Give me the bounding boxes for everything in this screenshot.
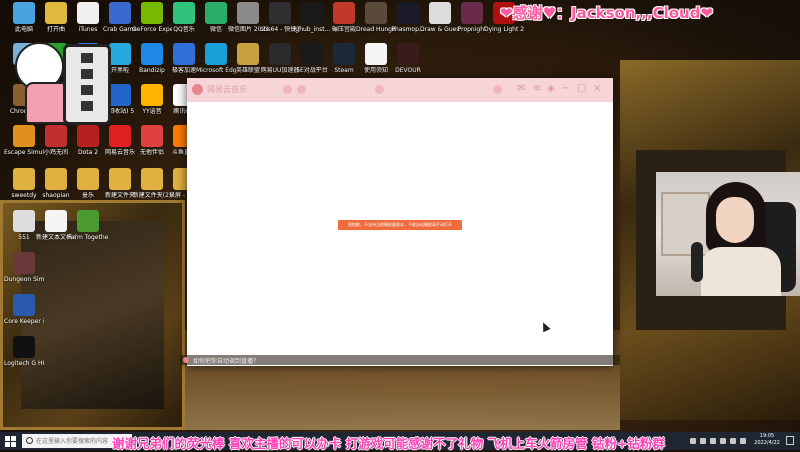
app-shortcut-icon — [333, 2, 355, 24]
app-shortcut-icon — [141, 168, 163, 190]
desktop-icon-label: Logitech G HUB — [4, 360, 44, 367]
streamer-avatar-sticker — [15, 42, 111, 125]
desktop-icon-label: Farm Together — [68, 234, 108, 241]
app-shortcut-icon — [237, 43, 259, 65]
app-shortcut-icon — [141, 125, 163, 147]
error-toast: 很抱歉，不支持当前播放器版本，不能自动播放请手动打开 — [338, 220, 462, 230]
app-shortcut-icon — [205, 2, 227, 24]
scrolling-marquee: 谢谢兄弟们的荧光棒 喜欢主播的可以办卡 打游戏可能感谢不了礼物 飞机上车火箭房管… — [112, 436, 665, 451]
app-shortcut-icon — [45, 210, 67, 232]
desktop-icon[interactable]: Logitech G HUB — [4, 336, 44, 367]
app-shortcut-icon — [13, 252, 35, 274]
app-title: 网易云音乐 — [207, 85, 247, 94]
app-shortcut-icon — [461, 2, 483, 24]
app-shortcut-icon — [141, 43, 163, 65]
app-shortcut-icon — [77, 210, 99, 232]
app-content: 很抱歉，不支持当前播放器版本，不能自动播放请手动打开 — [187, 102, 613, 366]
ime-icon[interactable] — [720, 438, 726, 444]
app-shortcut-icon — [237, 2, 259, 24]
input-method-icon[interactable] — [730, 438, 736, 444]
app-shortcut-icon — [141, 2, 163, 24]
chevron-up-icon[interactable] — [690, 438, 696, 444]
skin-icon[interactable]: ◈ — [547, 82, 555, 96]
app-shortcut-icon — [77, 168, 99, 190]
forward-icon[interactable] — [297, 85, 306, 94]
clock-date: 2022/4/22 — [754, 440, 780, 446]
app-shortcut-icon — [333, 43, 355, 65]
app-shortcut-icon — [109, 125, 131, 147]
microphone-icon — [691, 242, 703, 282]
minimize-icon[interactable]: − — [561, 82, 569, 96]
app-shortcut-icon — [109, 84, 131, 106]
desktop-icon-label: Dungeon Simulator — [4, 276, 44, 283]
app-shortcut-icon — [269, 2, 291, 24]
app-shortcut-icon — [365, 43, 387, 65]
maximize-icon[interactable]: □ — [577, 82, 586, 96]
close-icon[interactable]: × — [593, 82, 601, 96]
app-shortcut-icon — [397, 43, 419, 65]
desktop-icon[interactable]: Core Keeper 热 — [4, 294, 44, 325]
taskbar-search-icon — [26, 437, 33, 444]
desktop-icon-label: DEVOUR — [395, 67, 421, 74]
app-shortcut-icon — [173, 43, 195, 65]
app-shortcut-icon — [109, 43, 131, 65]
network-icon[interactable] — [700, 438, 706, 444]
speaker-icon — [63, 44, 111, 125]
mouse-cursor-icon — [539, 320, 551, 333]
clock-time: 19:05 — [759, 433, 775, 439]
app-status-bar: 如何把你自动调到直播？ — [180, 355, 620, 365]
app-titlebar[interactable]: 网易云音乐 ✉ ≡ ◈ − □ × — [187, 78, 613, 102]
app-shortcut-icon — [13, 210, 35, 232]
app-shortcut-icon — [45, 2, 67, 24]
app-shortcut-icon — [45, 125, 67, 147]
app-shortcut-icon — [13, 125, 35, 147]
desktop-icon[interactable]: DEVOUR — [388, 43, 428, 74]
desktop-icon-label: Core Keeper 热 — [4, 318, 44, 325]
status-text[interactable]: 如何把你自动调到直播？ — [193, 356, 259, 365]
app-shortcut-icon — [45, 168, 67, 190]
app-shortcut-icon — [141, 84, 163, 106]
desktop-icon[interactable]: Farm Together — [68, 210, 108, 241]
app-shortcut-icon — [205, 43, 227, 65]
thanks-banner: ❤感谢♥：Jackson,,,Cloud❤ — [500, 4, 714, 22]
desktop-icon[interactable]: Dungeon Simulator — [4, 252, 44, 283]
app-shortcut-icon — [13, 294, 35, 316]
app-shortcut-icon — [13, 2, 35, 24]
search-icon[interactable] — [375, 85, 384, 94]
webcam-face — [716, 197, 754, 243]
mail-icon[interactable]: ✉ — [517, 82, 525, 96]
menu-icon[interactable]: ≡ — [533, 82, 541, 96]
app-shortcut-icon — [13, 336, 35, 358]
app-window: 网易云音乐 ✉ ≡ ◈ − □ × 很抱歉，不支持当前播放器版本，不能自动播放请… — [187, 78, 613, 366]
app-shortcut-icon — [301, 2, 323, 24]
app-shortcut-icon — [301, 43, 323, 65]
windows-start-icon[interactable] — [4, 435, 16, 447]
volume-icon[interactable] — [710, 438, 716, 444]
webcam-body — [701, 247, 781, 296]
app-shortcut-icon — [109, 168, 131, 190]
app-logo-icon — [192, 84, 203, 95]
app-shortcut-icon — [429, 2, 451, 24]
settings-icon[interactable] — [493, 85, 502, 94]
app-shortcut-icon — [173, 2, 195, 24]
desktop-icon-label: Dying Light 2 — [484, 26, 524, 33]
app-shortcut-icon — [365, 2, 387, 24]
app-shortcut-icon — [77, 2, 99, 24]
app-shortcut-icon — [77, 125, 99, 147]
taskbar-clock[interactable]: 19:05 2022/4/22 — [752, 433, 782, 447]
notification-icon[interactable] — [786, 436, 794, 445]
back-icon[interactable] — [283, 85, 292, 94]
app-shortcut-icon — [269, 43, 291, 65]
app-shortcut-icon — [13, 168, 35, 190]
app-shortcut-icon — [397, 2, 419, 24]
tray-app-icon[interactable] — [740, 438, 746, 444]
app-shortcut-icon — [109, 2, 131, 24]
webcam-overlay — [656, 172, 800, 296]
status-info-icon — [183, 357, 189, 363]
